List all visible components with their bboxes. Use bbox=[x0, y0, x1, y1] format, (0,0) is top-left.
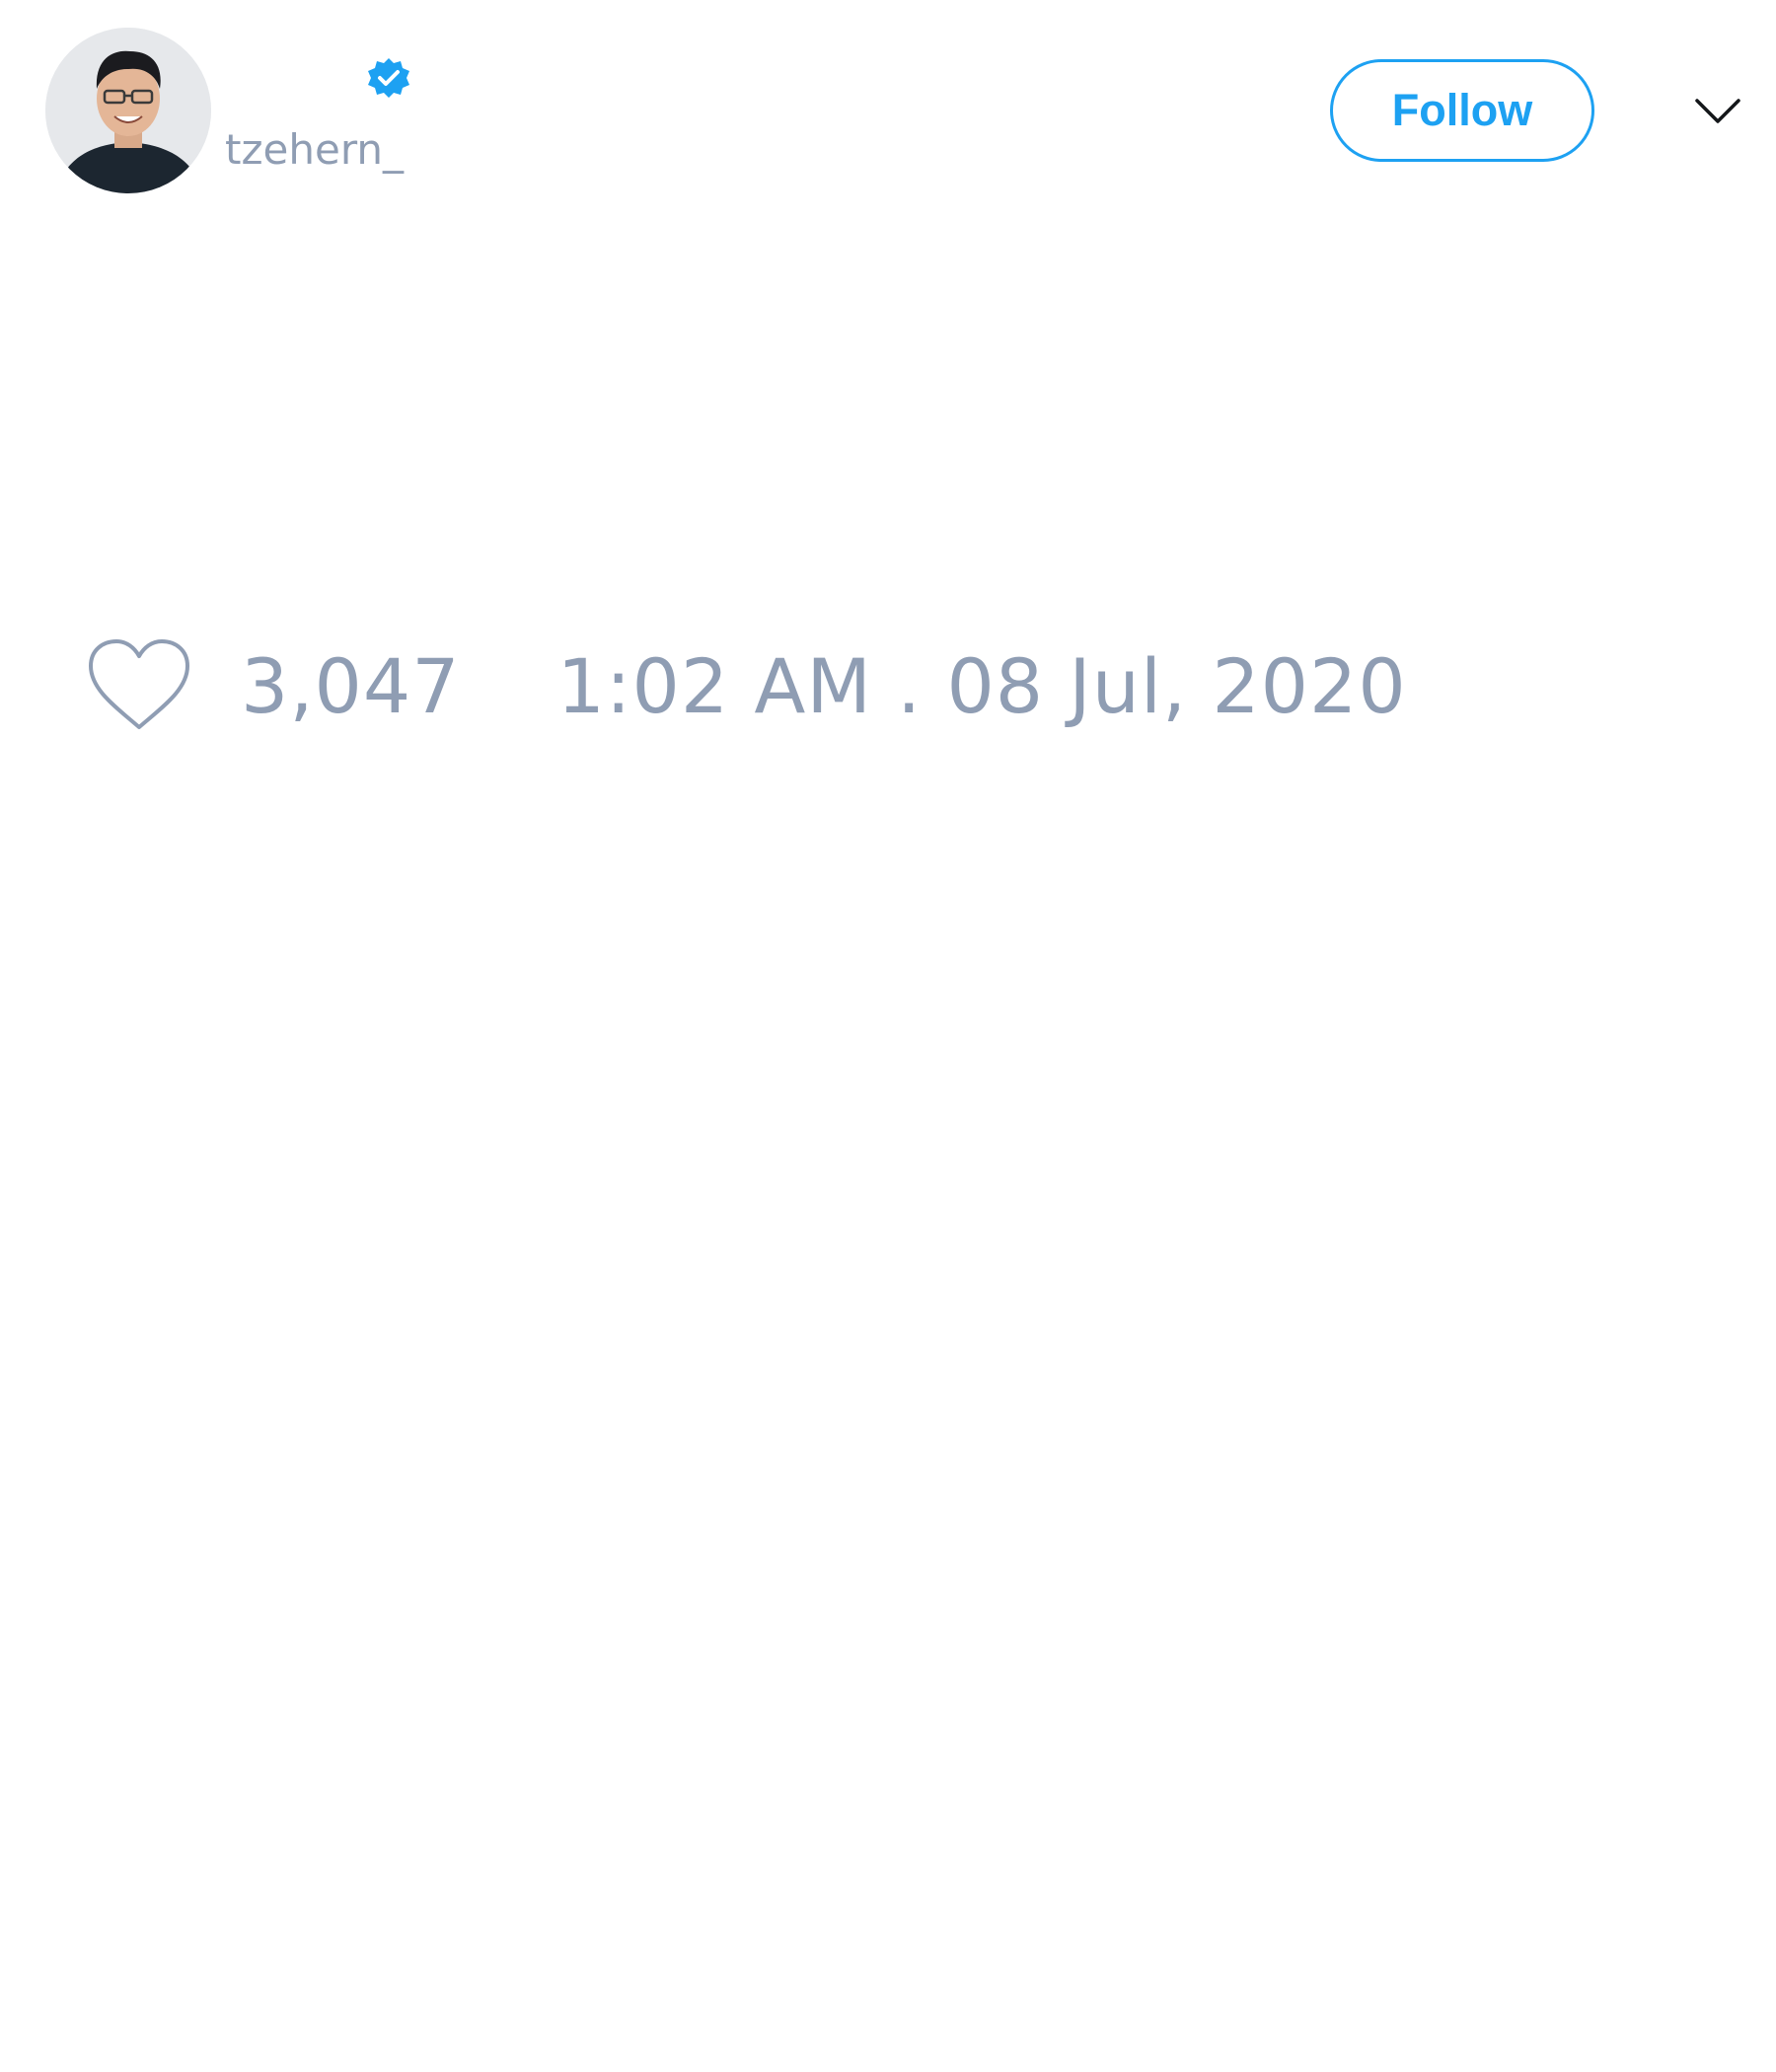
heart-icon bbox=[89, 639, 189, 729]
chevron-down-icon[interactable] bbox=[1691, 87, 1744, 134]
tweet-footer: 3,047 1:02 AM . 08 Jul, 2020 bbox=[87, 631, 1407, 740]
avatar[interactable] bbox=[45, 28, 211, 193]
like-button[interactable] bbox=[87, 636, 195, 735]
author-name-row[interactable] bbox=[225, 55, 412, 105]
follow-button[interactable]: Follow bbox=[1330, 59, 1594, 162]
avatar-photo bbox=[45, 28, 211, 193]
tweet-header: tzehern_ Follow bbox=[0, 0, 1776, 207]
like-count: 3,047 bbox=[241, 641, 461, 730]
tweet-timestamp[interactable]: 1:02 AM . 08 Jul, 2020 bbox=[557, 642, 1407, 730]
verified-badge-icon bbox=[365, 56, 412, 104]
author-username[interactable]: tzehern_ bbox=[225, 124, 404, 176]
tweet-text bbox=[45, 227, 1723, 602]
